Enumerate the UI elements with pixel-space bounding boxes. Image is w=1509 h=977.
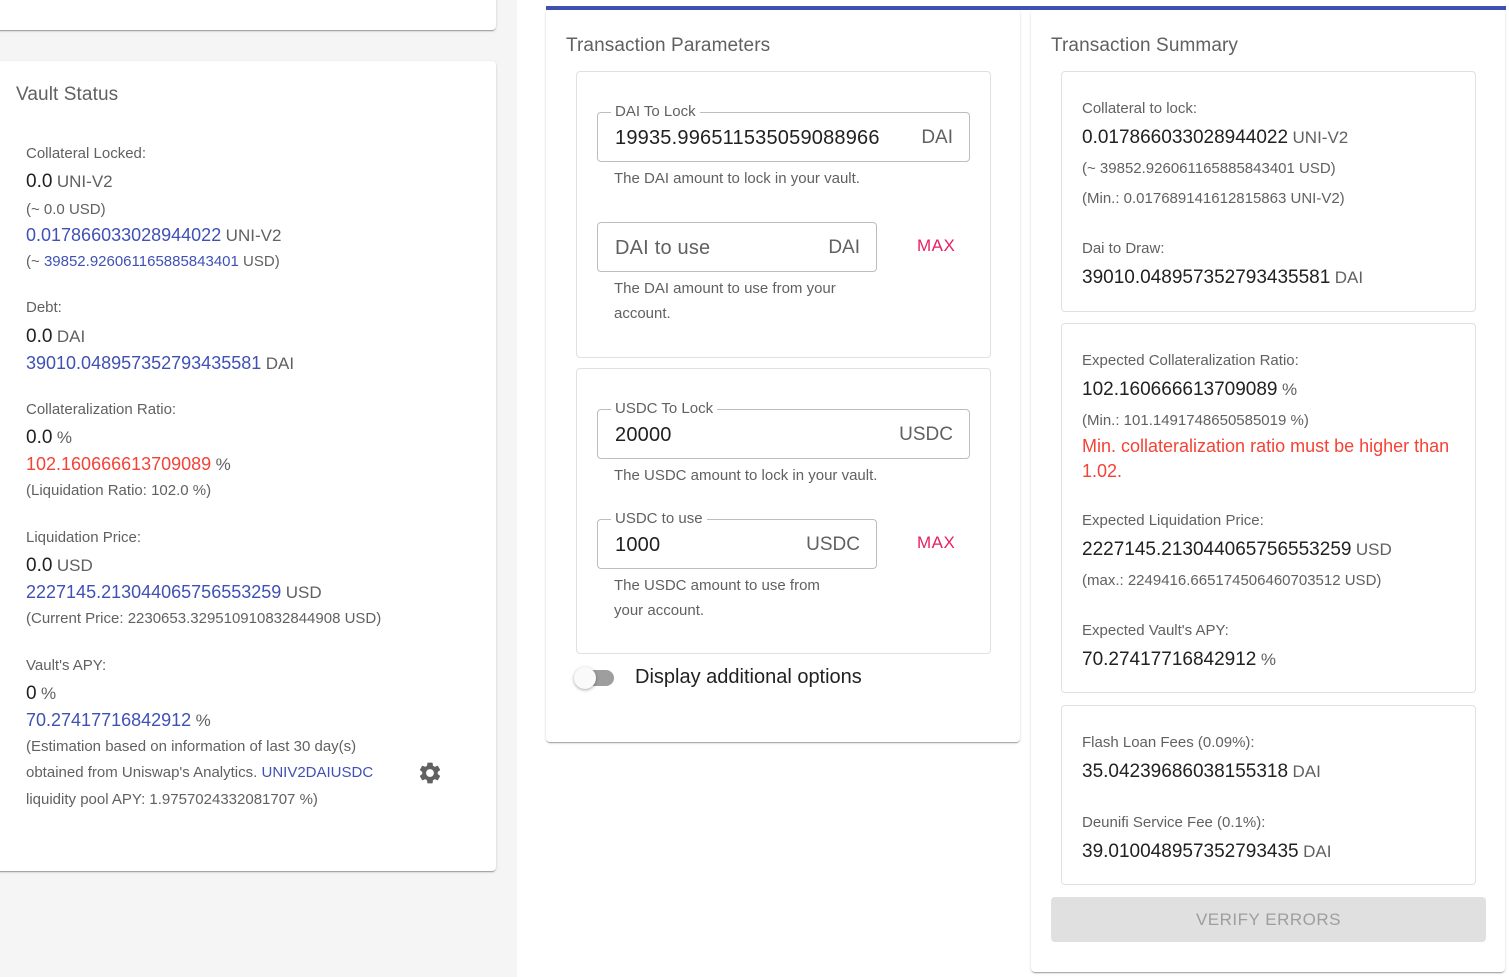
dai-to-lock-value: 19935.996511535059088966: [615, 127, 880, 149]
collateral-to-lock-usd: (~ 39852.926061165885843401 USD): [1082, 160, 1336, 177]
collateral-new-usd: (~ 39852.926061165885843401 USD): [26, 253, 280, 270]
apy-new: 70.27417716842912 %: [26, 710, 211, 730]
debt-label: Debt:: [26, 299, 62, 316]
liquidation-price-current: 0.0 USD: [26, 555, 93, 576]
dai-to-lock-unit: DAI: [921, 127, 953, 148]
apy-note-line1: (Estimation based on information of last…: [26, 738, 357, 755]
apy-note-line3: liquidity pool APY: 1.9757024332081707 %…: [26, 791, 318, 808]
usdc-to-use-label: USDC to use: [611, 510, 707, 527]
summary-fees-box: Flash Loan Fees (0.09%): 35.042396860381…: [1061, 705, 1476, 885]
liquidation-price-new: 2227145.213044065756553259 USD: [26, 582, 322, 602]
usdc-to-use-helper-line1: The USDC amount to use from: [614, 577, 820, 594]
usdc-to-use-field[interactable]: USDC to use 1000 USDC: [597, 510, 877, 569]
usdc-max-button[interactable]: MAX: [917, 533, 955, 553]
usdc-section: USDC To Lock 20000 USDC The USDC amount …: [576, 368, 991, 654]
service-fee-label: Deunifi Service Fee (0.1%):: [1082, 814, 1266, 831]
usdc-to-use-helper-line2: your account.: [614, 602, 705, 619]
transaction-parameters-card: Transaction Parameters DAI To Lock 19935…: [546, 10, 1020, 742]
ratio-current: 0.0 %: [26, 427, 72, 448]
collateral-current: 0.0 UNI-V2: [26, 171, 113, 192]
dai-to-lock-helper: The DAI amount to lock in your vault.: [614, 170, 860, 187]
liquidation-price-label: Liquidation Price:: [26, 529, 142, 546]
usdc-to-lock-helper: The USDC amount to lock in your vault.: [614, 467, 878, 484]
usdc-to-use-value: 1000: [615, 534, 661, 556]
dai-to-use-helper-line2: account.: [614, 305, 671, 322]
verify-errors-button[interactable]: VERIFY ERRORS: [1051, 897, 1486, 942]
expected-apy-label: Expected Vault's APY:: [1082, 622, 1229, 639]
dai-section: DAI To Lock 19935.996511535059088966 DAI…: [576, 71, 991, 358]
ratio-error-line1: Min. collateralization ratio must be hig…: [1082, 436, 1450, 456]
dai-to-draw-value: 39010.048957352793435581 DAI: [1082, 267, 1364, 288]
dai-to-draw-label: Dai to Draw:: [1082, 240, 1165, 257]
dai-to-use-helper-line1: The DAI amount to use from your: [614, 280, 836, 297]
gear-icon[interactable]: [417, 760, 443, 786]
expected-ratio-value: 102.160666613709089 %: [1082, 379, 1298, 400]
additional-options-label: Display additional options: [635, 666, 862, 688]
transaction-summary-title: Transaction Summary: [1051, 35, 1239, 56]
dai-to-use-field[interactable]: DAI to use DAI: [597, 222, 877, 272]
univ2daiusdc-link[interactable]: UNIV2DAIUSDC: [261, 764, 373, 781]
expected-ratio-min: (Min.: 101.1491748650585019 %): [1082, 412, 1309, 429]
collateral-to-lock-min: (Min.: 0.017689141612815863 UNI-V2): [1082, 190, 1345, 207]
summary-ratio-box: Expected Collateralization Ratio: 102.16…: [1061, 323, 1476, 693]
liquidation-ratio-note: (Liquidation Ratio: 102.0 %): [26, 482, 212, 499]
expected-liquidation-max: (max.: 2249416.665174506460703512 USD): [1082, 572, 1382, 589]
flash-loan-fees-label: Flash Loan Fees (0.09%):: [1082, 734, 1255, 751]
debt-new: 39010.048957352793435581 DAI: [26, 353, 295, 373]
ratio-label: Collateralization Ratio:: [26, 401, 177, 418]
dai-to-use-placeholder: DAI to use: [615, 237, 711, 259]
additional-options-switch[interactable]: [574, 666, 624, 690]
top-card-stub: [0, 0, 496, 30]
collateral-to-lock-value: 0.017866033028944022 UNI-V2: [1082, 127, 1349, 148]
ratio-error-line2: 1.02.: [1082, 461, 1123, 481]
transaction-summary-card: Transaction Summary Collateral to lock: …: [1031, 10, 1505, 972]
flash-loan-fees-value: 35.04239686038155318 DAI: [1082, 761, 1321, 782]
dai-to-lock-label: DAI To Lock: [611, 103, 700, 120]
summary-collateral-box: Collateral to lock: 0.017866033028944022…: [1061, 71, 1476, 312]
usdc-to-lock-label: USDC To Lock: [611, 400, 718, 417]
expected-liquidation-value: 2227145.213044065756553259 USD: [1082, 539, 1392, 560]
apy-note-line2: obtained from Uniswap's Analytics. UNIV2…: [26, 764, 374, 781]
vault-status-title: Vault Status: [16, 84, 119, 105]
apy-current: 0 %: [26, 683, 57, 704]
collateral-locked-label: Collateral Locked:: [26, 145, 147, 162]
ratio-new: 102.160666613709089 %: [26, 454, 231, 474]
usdc-to-lock-value: 20000: [615, 424, 672, 446]
collateral-current-usd: (~ 0.0 USD): [26, 201, 106, 218]
transaction-parameters-title: Transaction Parameters: [566, 35, 771, 56]
dai-to-use-unit: DAI: [828, 237, 860, 258]
expected-apy-value: 70.27417716842912 %: [1082, 649, 1276, 670]
expected-ratio-label: Expected Collateralization Ratio:: [1082, 352, 1299, 369]
collateral-to-lock-label: Collateral to lock:: [1082, 100, 1198, 117]
service-fee-value: 39.010048957352793435 DAI: [1082, 841, 1332, 862]
debt-current: 0.0 DAI: [26, 326, 86, 347]
apy-label: Vault's APY:: [26, 657, 107, 674]
expected-liquidation-label: Expected Liquidation Price:: [1082, 512, 1264, 529]
usdc-to-use-unit: USDC: [806, 534, 860, 555]
dai-max-button[interactable]: MAX: [917, 236, 955, 256]
vault-status-card: Vault Status Collateral Locked: 0.0 UNI-…: [0, 61, 496, 871]
dai-to-lock-field[interactable]: DAI To Lock 19935.996511535059088966 DAI: [597, 103, 970, 162]
usdc-to-lock-field[interactable]: USDC To Lock 20000 USDC: [597, 400, 970, 459]
usdc-to-lock-unit: USDC: [899, 424, 953, 445]
current-price-note: (Current Price: 2230653.3295109108328449…: [26, 610, 382, 627]
collateral-new: 0.017866033028944022 UNI-V2: [26, 225, 282, 245]
